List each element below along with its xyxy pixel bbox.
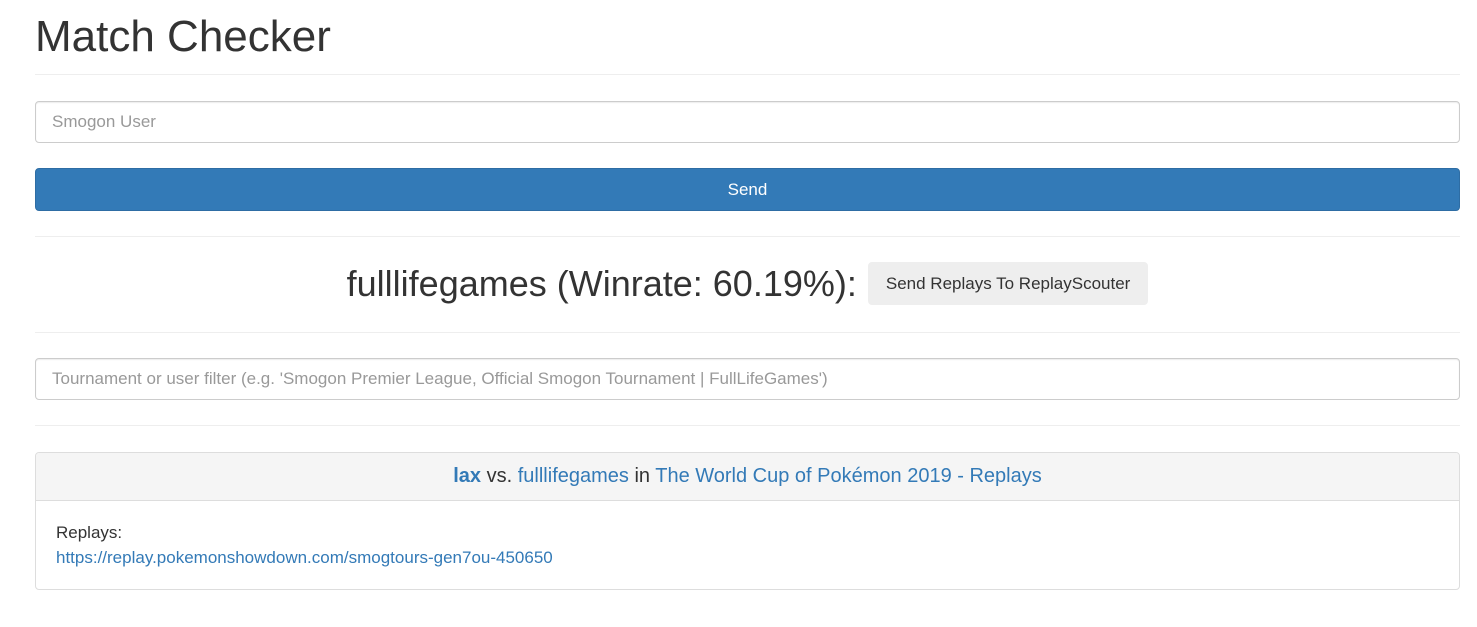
divider	[35, 425, 1460, 426]
smogon-user-input[interactable]	[35, 101, 1460, 143]
tournament-filter-input[interactable]	[35, 358, 1460, 400]
match-panel-heading: lax vs. fulllifegames in The World Cup o…	[36, 453, 1459, 501]
player1-link[interactable]: lax	[453, 465, 481, 487]
replay-link[interactable]: https://replay.pokemonshowdown.com/smogt…	[56, 548, 553, 567]
divider	[35, 332, 1460, 333]
summary-row: fulllifegames (Winrate: 60.19%): Send Re…	[35, 237, 1460, 332]
match-panel: lax vs. fulllifegames in The World Cup o…	[35, 452, 1460, 590]
vs-text: vs.	[481, 465, 518, 487]
divider	[35, 74, 1460, 75]
winrate-heading: fulllifegames (Winrate: 60.19%):	[346, 262, 857, 304]
page-title: Match Checker	[35, 12, 331, 61]
match-panel-body: Replays: https://replay.pokemonshowdown.…	[36, 501, 1459, 570]
main-container: Match Checker Send fulllifegames (Winrat…	[35, 0, 1460, 590]
player2-link[interactable]: fulllifegames	[518, 465, 629, 487]
send-replays-to-replayscouter-button[interactable]: Send Replays To ReplayScouter	[867, 262, 1149, 305]
in-text: in	[628, 465, 656, 487]
tournament-link[interactable]: The World Cup of Pokémon 2019 - Replays	[655, 465, 1042, 487]
send-button[interactable]: Send	[35, 168, 1460, 211]
replays-label: Replays:	[56, 523, 123, 542]
